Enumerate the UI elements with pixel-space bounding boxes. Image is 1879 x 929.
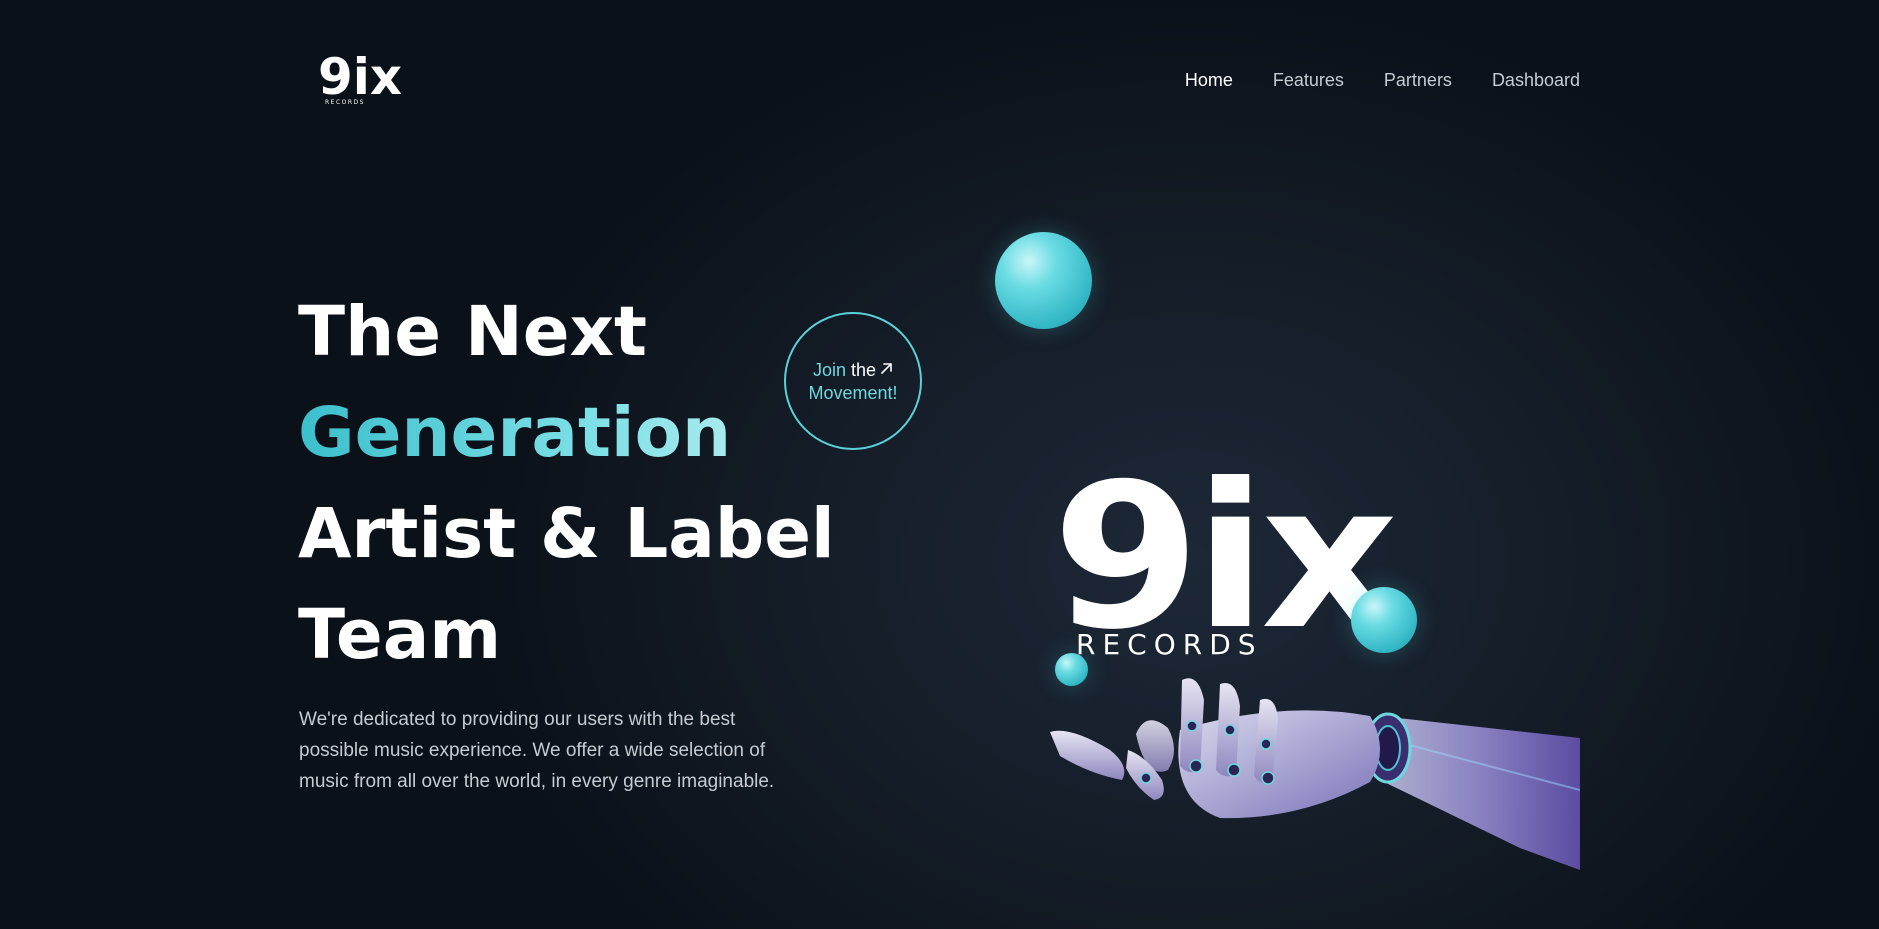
cta-line-2: Movement!: [808, 382, 898, 403]
header-logo[interactable]: 9ix RECORDS: [318, 52, 404, 108]
robot-hand-icon: [1050, 670, 1580, 870]
hero-title-line-4: Team: [298, 595, 502, 675]
cta-word-the: the: [851, 359, 877, 380]
brand-logo-sub: RECORDS: [1076, 628, 1263, 661]
nav-partners[interactable]: Partners: [1384, 70, 1452, 91]
logo-graphic: 9ix RECORDS: [318, 52, 402, 106]
nav-features[interactable]: Features: [1273, 70, 1344, 91]
brand-logo-graphic: 9ix RECORDS: [1052, 448, 1402, 664]
main-nav: Home Features Partners Dashboard: [1185, 70, 1580, 91]
decorative-orb-large: [995, 232, 1092, 329]
hero-title-line-2: Generation: [298, 383, 835, 484]
brand-logo-svg: 9ix RECORDS: [1052, 448, 1401, 664]
hero-title: The Next Generation Artist & Label Team: [298, 282, 835, 686]
decorative-orb-medium: [1351, 587, 1417, 653]
nav-home[interactable]: Home: [1185, 70, 1233, 91]
hero-description: We're dedicated to providing our users w…: [299, 709, 775, 792]
logo-sub: RECORDS: [325, 99, 365, 106]
hero-title-line-1: The Next: [298, 292, 648, 372]
logo-mark: 9ix: [318, 52, 402, 106]
nav-dashboard[interactable]: Dashboard: [1492, 70, 1580, 91]
arrow-up-right-icon: [880, 358, 893, 381]
cta-line-1: Join the: [813, 358, 893, 382]
landing-page: 9ix RECORDS Home Features Partners Dashb…: [0, 0, 1879, 929]
cta-word-join: Join: [812, 359, 846, 380]
join-movement-button[interactable]: Join the Movement!: [784, 312, 922, 450]
hero-title-line-3: Artist & Label: [298, 494, 835, 574]
